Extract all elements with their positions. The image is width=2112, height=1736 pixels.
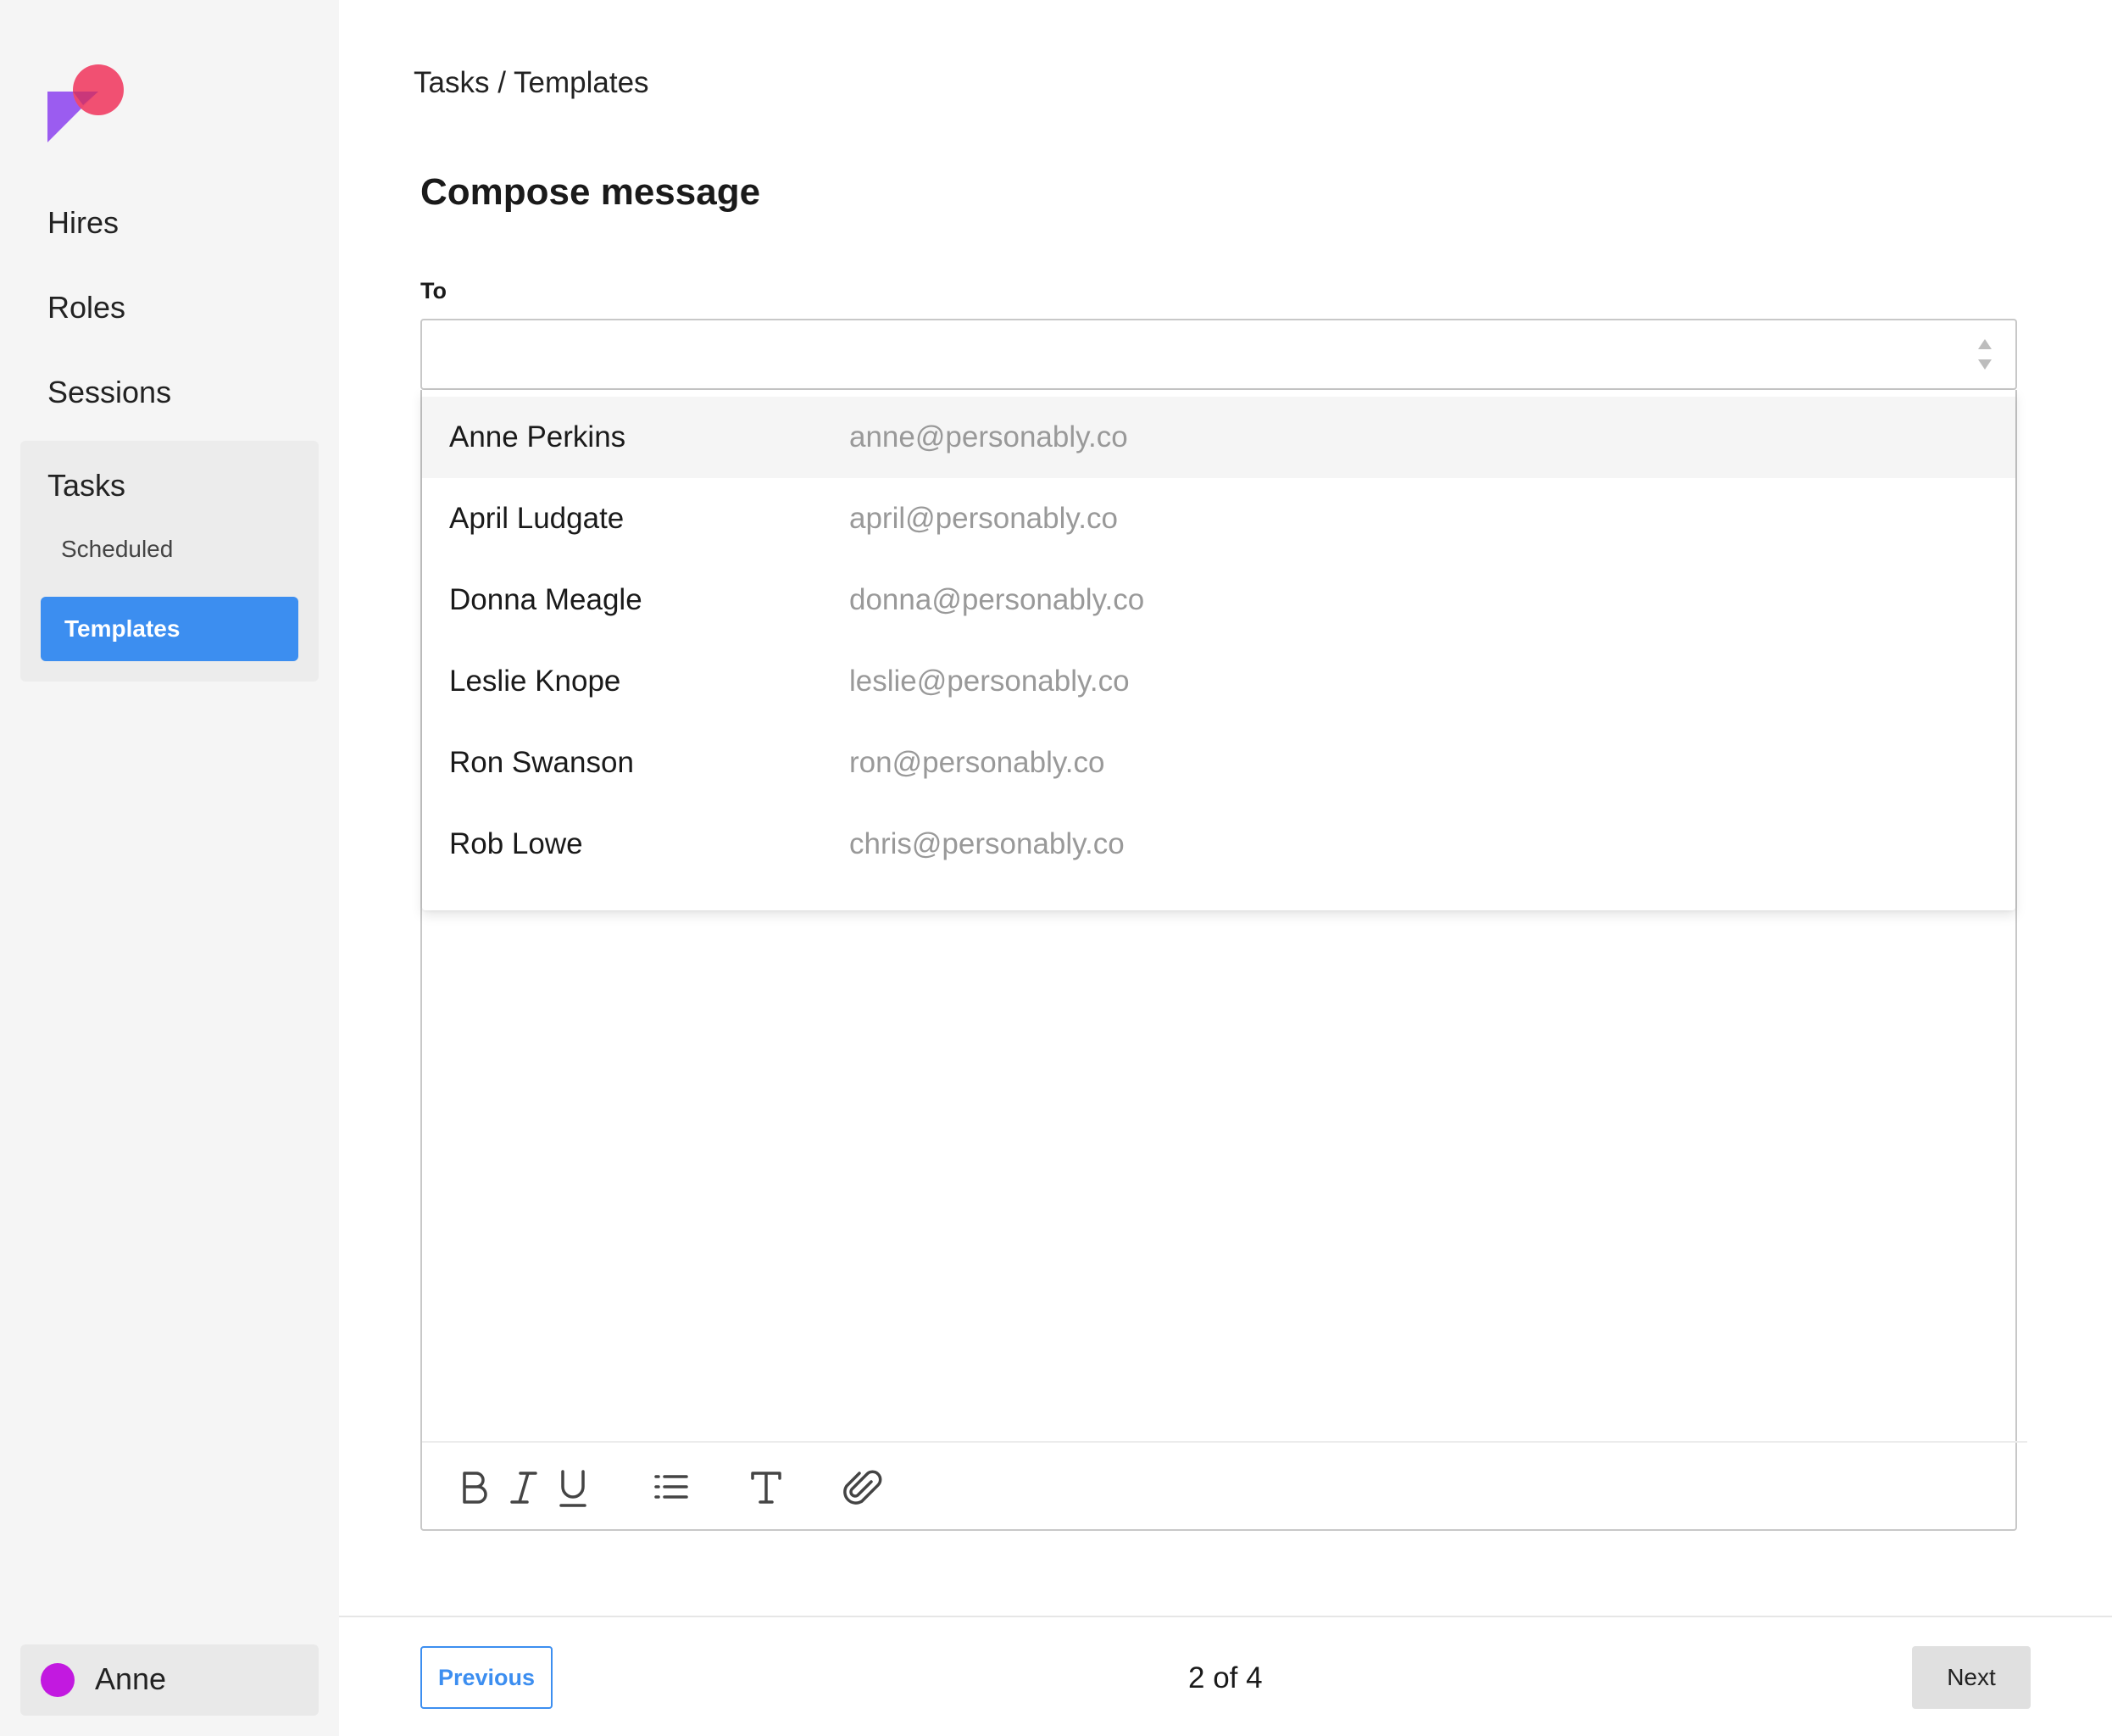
recipient-option[interactable]: Anne Perkins anne@personably.co (422, 397, 2015, 478)
recipient-option[interactable]: Donna Meagle donna@personably.co (422, 559, 2015, 641)
recipient-email: april@personably.co (849, 502, 1118, 535)
recipient-name: Donna Meagle (449, 583, 642, 616)
nav-hires[interactable]: Hires (47, 205, 119, 241)
app-logo[interactable] (44, 61, 129, 146)
toolbar-divider (422, 1441, 2027, 1443)
footer-divider (339, 1616, 2112, 1617)
to-label: To (420, 278, 447, 303)
recipient-name: Leslie Knope (449, 665, 621, 698)
nav-tasks[interactable]: Tasks (47, 468, 125, 504)
recipient-email: anne@personably.co (849, 420, 1128, 453)
breadcrumb: Tasks / Templates (414, 66, 649, 100)
recipient-email: ron@personably.co (849, 746, 1105, 779)
recipient-name: Anne Perkins (449, 420, 626, 453)
nav-tasks-group: Tasks Scheduled Templates (20, 441, 319, 682)
recipient-option[interactable]: Rob Lowe chris@personably.co (422, 804, 2015, 885)
sort-arrows-icon (1976, 337, 1993, 371)
paperclip-icon[interactable] (841, 1463, 885, 1511)
recipient-option[interactable]: Ron Swanson ron@personably.co (422, 722, 2015, 804)
recipient-option[interactable]: Leslie Knope leslie@personably.co (422, 641, 2015, 722)
recipient-email: chris@personably.co (849, 827, 1125, 860)
sidebar: Hires Roles Sessions Tasks Scheduled Tem… (0, 0, 339, 1736)
previous-button[interactable]: Previous (420, 1646, 553, 1709)
page-title: Compose message (420, 171, 761, 213)
recipient-option[interactable]: April Ludgate april@personably.co (422, 478, 2015, 559)
avatar (41, 1663, 75, 1697)
list-icon[interactable] (647, 1463, 692, 1511)
recipient-name: Rob Lowe (449, 827, 583, 860)
breadcrumb-parent[interactable]: Tasks (414, 66, 489, 99)
bold-icon[interactable] (453, 1463, 497, 1511)
page-indicator: 2 of 4 (1188, 1661, 1263, 1694)
user-name: Anne (95, 1661, 167, 1696)
next-button[interactable]: Next (1912, 1646, 2031, 1709)
italic-icon[interactable] (502, 1463, 546, 1511)
recipient-name: April Ludgate (449, 502, 625, 535)
breadcrumb-separator: / (497, 66, 506, 99)
text-icon[interactable] (744, 1463, 788, 1511)
recipient-dropdown: Anne Perkins anne@personably.co April Lu… (422, 390, 2015, 910)
nav-sub-scheduled[interactable]: Scheduled (61, 536, 173, 563)
nav-sub-templates[interactable]: Templates (41, 597, 298, 661)
recipient-email: donna@personably.co (849, 583, 1145, 616)
nav-roles[interactable]: Roles (47, 290, 125, 326)
recipient-email: leslie@personably.co (849, 665, 1130, 698)
to-select[interactable] (420, 319, 2017, 390)
user-menu[interactable]: Anne (20, 1644, 319, 1716)
recipient-name: Ron Swanson (449, 746, 634, 779)
breadcrumb-current: Templates (514, 66, 649, 99)
nav-sessions[interactable]: Sessions (47, 375, 171, 410)
underline-icon[interactable] (551, 1463, 595, 1511)
